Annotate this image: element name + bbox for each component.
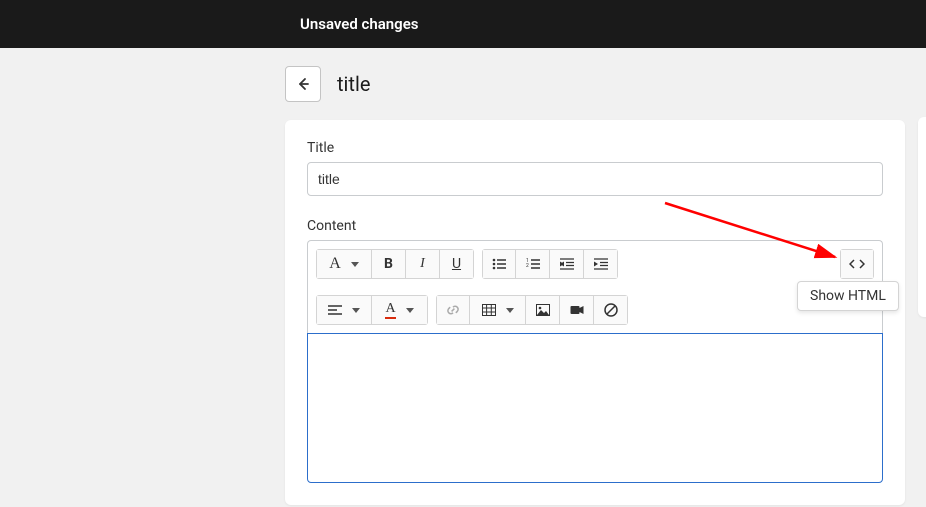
bold-icon: B — [384, 256, 393, 272]
content-label: Content — [307, 218, 883, 234]
indent-button[interactable] — [584, 249, 618, 279]
main-card: Title Content A B I U — [285, 120, 905, 505]
content-section: Content A B I U — [307, 218, 883, 483]
outdent-icon — [560, 258, 574, 270]
topbar: Unsaved changes — [0, 0, 926, 48]
status-text: Unsaved changes — [300, 15, 419, 33]
font-style-button[interactable]: A — [316, 249, 372, 279]
text-color-icon: A — [385, 302, 395, 319]
font-icon: A — [329, 255, 341, 273]
bold-button[interactable]: B — [372, 249, 406, 279]
table-button[interactable] — [470, 295, 526, 325]
table-icon — [482, 304, 496, 316]
title-label: Title — [307, 140, 883, 156]
underline-icon: U — [452, 256, 461, 272]
show-html-button[interactable] — [840, 249, 874, 279]
caret-down-icon — [506, 308, 514, 313]
underline-button[interactable]: U — [440, 249, 474, 279]
outdent-button[interactable] — [550, 249, 584, 279]
code-icon — [849, 258, 865, 270]
align-button[interactable] — [316, 295, 372, 325]
italic-button[interactable]: I — [406, 249, 440, 279]
image-button[interactable] — [526, 295, 560, 325]
page-title: title — [337, 72, 370, 96]
clear-format-button[interactable] — [594, 295, 628, 325]
content-editor[interactable] — [307, 333, 883, 483]
bullet-list-icon — [492, 258, 506, 270]
tooltip-show-html: Show HTML — [797, 281, 899, 311]
title-input[interactable] — [307, 162, 883, 196]
list-group: 12 — [482, 249, 618, 279]
font-group: A B I U — [316, 249, 474, 279]
svg-text:2: 2 — [526, 263, 529, 269]
back-button[interactable] — [285, 66, 321, 102]
align-group: A — [316, 295, 428, 325]
clear-icon — [604, 303, 618, 317]
video-icon — [570, 304, 584, 316]
video-button[interactable] — [560, 295, 594, 325]
numbered-list-button[interactable]: 12 — [516, 249, 550, 279]
side-card — [918, 117, 926, 317]
image-icon — [536, 304, 550, 316]
indent-icon — [594, 258, 608, 270]
bullet-list-button[interactable] — [482, 249, 516, 279]
caret-down-icon — [352, 308, 360, 313]
align-left-icon — [328, 304, 342, 316]
numbered-list-icon: 12 — [526, 258, 540, 270]
italic-icon: I — [420, 256, 425, 272]
caret-down-icon — [351, 262, 359, 267]
link-icon — [446, 303, 460, 317]
link-button[interactable] — [436, 295, 470, 325]
page-header: title — [0, 48, 926, 120]
text-color-button[interactable]: A — [372, 295, 428, 325]
insert-group — [436, 295, 628, 325]
caret-down-icon — [406, 308, 414, 313]
arrow-left-icon — [295, 76, 311, 92]
